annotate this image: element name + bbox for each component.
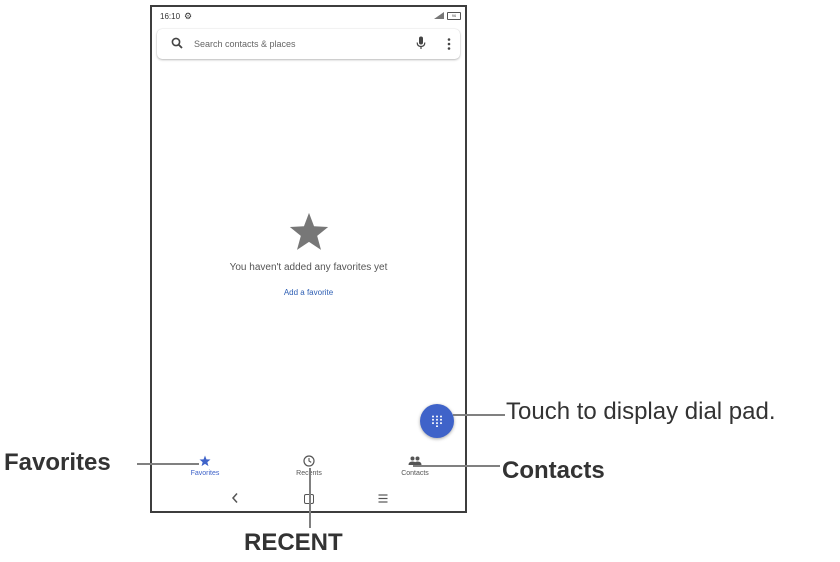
clock-icon bbox=[303, 455, 315, 467]
recent-callout-line bbox=[309, 468, 311, 528]
dialpad-callout-line bbox=[453, 414, 505, 416]
dialpad-icon bbox=[432, 415, 442, 427]
tab-contacts-label: Contacts bbox=[401, 470, 429, 477]
phone-screen: 16:10 ⚙ 96 Search contacts & places You … bbox=[150, 5, 467, 513]
status-time: 16:10 bbox=[160, 12, 181, 21]
gear-icon: ⚙ bbox=[184, 11, 193, 21]
tab-favorites-label: Favorites bbox=[190, 470, 220, 477]
battery-icon: 96 bbox=[447, 12, 461, 20]
favorites-callout-line bbox=[137, 463, 199, 465]
mic-icon[interactable] bbox=[416, 36, 426, 50]
add-favorite-link[interactable]: Add a favorite bbox=[152, 288, 465, 297]
recent-apps-icon[interactable] bbox=[378, 494, 388, 503]
more-options-icon[interactable] bbox=[447, 38, 451, 50]
favorites-annotation: Favorites bbox=[4, 449, 111, 476]
signal-icon bbox=[434, 12, 444, 19]
star-icon bbox=[199, 455, 211, 467]
status-bar: 16:10 ⚙ 96 bbox=[152, 7, 465, 27]
search-bar[interactable]: Search contacts & places bbox=[157, 29, 460, 59]
dialpad-button[interactable] bbox=[420, 404, 454, 438]
search-icon[interactable] bbox=[171, 37, 183, 49]
contacts-annotation: Contacts bbox=[502, 457, 605, 484]
recent-annotation: RECENT bbox=[244, 529, 343, 556]
search-input[interactable]: Search contacts & places bbox=[194, 39, 296, 49]
dialpad-annotation: Touch to display dial pad. bbox=[506, 398, 776, 425]
contacts-callout-line bbox=[413, 465, 500, 467]
tab-favorites[interactable]: Favorites bbox=[165, 454, 245, 477]
empty-state-message: You haven't added any favorites yet bbox=[229, 262, 388, 273]
back-icon[interactable] bbox=[231, 492, 239, 504]
empty-favorites-star-icon bbox=[289, 212, 329, 250]
